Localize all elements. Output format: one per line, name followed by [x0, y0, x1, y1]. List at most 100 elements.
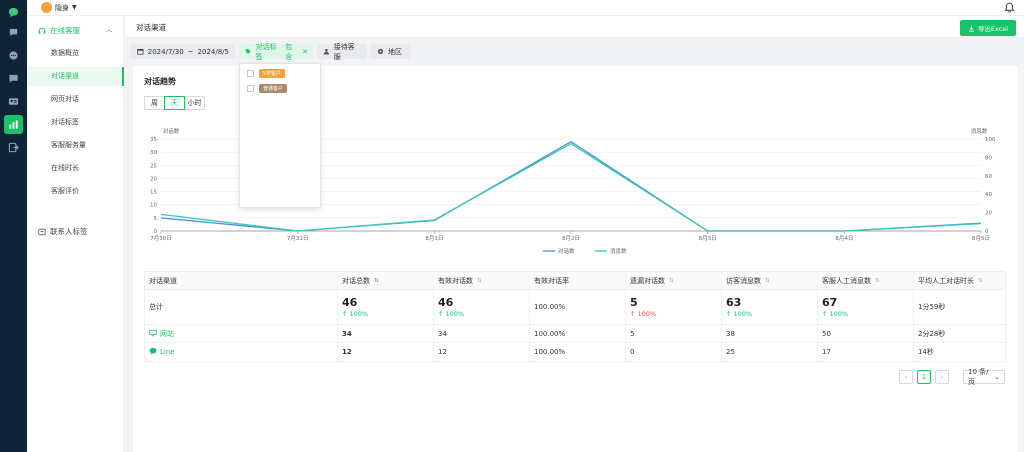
sort-icon[interactable]: ⇅ [374, 278, 379, 284]
export-icon[interactable] [7, 141, 20, 154]
chat-bubble-icon[interactable] [7, 6, 20, 19]
chevron-down-icon: ▼ [72, 4, 77, 11]
menu-item-web-chat[interactable]: 网页对话 [27, 90, 124, 109]
y-right-tick-label: 40 [985, 192, 992, 198]
channel-name: 网站 [160, 329, 174, 338]
sort-icon[interactable]: ⇅ [669, 278, 674, 284]
y-left-tick-label: 5 [154, 216, 158, 222]
sort-icon[interactable]: ⇅ [875, 278, 880, 284]
y-right-tick-label: 100 [985, 137, 996, 143]
total-value: 1分59秒 [918, 303, 946, 311]
trend-title: 对话趋势 [144, 77, 176, 86]
channel-cell[interactable]: 网站 [145, 325, 338, 342]
y-right-axis-label: 消息数 [971, 127, 988, 135]
tag-dropdown: VIP客户 普通客户 [239, 63, 321, 208]
page-title: 对话渠道 [136, 23, 166, 32]
monitor-icon [149, 329, 157, 339]
column-header[interactable]: 对话总数 ⇅ [338, 272, 434, 289]
menu-group-online-service[interactable]: 在线客服 ︿ [38, 25, 112, 36]
sidebar-menu: 在线客服 ︿ 数据概览 对话渠道 网页对话 对话标签 客服服务量 在线时长 客服… [27, 16, 124, 452]
menu-item-agent-rating[interactable]: 客服评价 [27, 182, 124, 201]
account-switcher[interactable]: 隐身 ▼ [41, 2, 77, 13]
menu-group-contact-tags[interactable]: 联系人标签 [38, 226, 88, 237]
region-filter[interactable]: 地区 [371, 44, 411, 59]
granularity-week[interactable]: 周 [144, 96, 165, 110]
total-cell: 5 ↑ 100% [626, 290, 722, 324]
tag-option-vip[interactable]: VIP客户 [247, 69, 285, 78]
total-cell: 100.00% [530, 290, 626, 324]
agent-filter[interactable]: 接待客服 [317, 42, 367, 61]
next-page-button[interactable]: › [935, 370, 949, 384]
menu-item-overview[interactable]: 数据概览 [27, 44, 124, 63]
user-icon [323, 48, 329, 55]
feedback-icon[interactable] [7, 72, 20, 85]
column-header-label: 平均人工对话时长 [918, 276, 974, 285]
column-header[interactable]: 遗漏对话数 ⇅ [626, 272, 722, 289]
menu-item-online-duration[interactable]: 在线时长 [27, 159, 124, 178]
agent-filter-label: 接待客服 [333, 42, 355, 61]
column-header: 对话渠道 [145, 272, 338, 289]
prev-page-button[interactable]: ‹ [899, 370, 913, 384]
line-app-icon [149, 347, 157, 357]
change-badge: ↑ 100% [342, 310, 369, 318]
date-separator: ~ [187, 47, 194, 56]
column-header[interactable]: 有效对话数 ⇅ [434, 272, 530, 289]
y-right-tick-label: 80 [985, 155, 992, 161]
brand-logo [41, 2, 52, 13]
y-left-tick-label: 25 [150, 163, 157, 169]
column-header[interactable]: 平均人工对话时长 ⇅ [914, 272, 1007, 289]
column-header[interactable]: 客服人工消息数 ⇅ [818, 272, 914, 289]
granularity-day[interactable]: 天 [164, 96, 185, 110]
tag-option-regular[interactable]: 普通客户 [247, 84, 288, 93]
column-header-label: 遗漏对话数 [630, 276, 665, 285]
column-header-label: 访客消息数 [726, 276, 761, 285]
column-header[interactable]: 访客消息数 ⇅ [722, 272, 818, 289]
bell-icon[interactable] [1004, 2, 1015, 13]
close-icon[interactable]: ✕ [302, 48, 308, 56]
date-end: 2024/8/5 [197, 47, 229, 56]
message-icon[interactable] [7, 26, 20, 39]
legend-label: 消息数 [610, 247, 627, 255]
comment-icon[interactable] [7, 49, 20, 62]
y-left-axis-label: 对话数 [163, 127, 180, 135]
sort-icon[interactable]: ⇅ [978, 278, 983, 284]
y-left-tick-label: 10 [150, 203, 157, 209]
page-1-button[interactable]: 1 [917, 370, 931, 384]
menu-item-chat-tags[interactable]: 对话标签 [27, 113, 124, 132]
menu-item-agent-volume[interactable]: 客服服务量 [27, 136, 124, 155]
bar-chart-icon[interactable] [4, 115, 23, 134]
checkbox[interactable] [247, 85, 254, 92]
granularity-toggle: 周 天 小时 [144, 96, 205, 110]
table-row: 网站 34 34 100.00% 5 38 50 2分28秒 [145, 325, 1005, 343]
checkbox[interactable] [247, 70, 254, 77]
table-cell: 34 [338, 325, 434, 342]
x-tick-label: 8月2日 [562, 235, 580, 242]
headset-icon [38, 27, 46, 34]
region-filter-label: 地区 [388, 47, 402, 56]
total-cell: 46 ↑ 100% [434, 290, 530, 324]
sort-icon[interactable]: ⇅ [765, 278, 770, 284]
tag-list-icon [38, 228, 46, 235]
y-left-tick-label: 20 [150, 176, 157, 182]
total-value: 67 [822, 296, 838, 309]
menu-group-label: 在线客服 [50, 26, 80, 35]
chevron-down-icon: ⌄ [994, 373, 1000, 381]
chat-tag-filter[interactable]: 对话标签 包含 ✕ [239, 43, 314, 61]
date-range-picker[interactable]: 2024/7/30 ~ 2024/8/5 [131, 44, 235, 59]
x-tick-label: 8月3日 [699, 235, 717, 242]
table-cell: 12 [434, 343, 530, 361]
x-tick-label: 8月4日 [835, 235, 853, 242]
export-excel-button[interactable]: 导出Excel [960, 20, 1016, 36]
channel-cell[interactable]: Line [145, 343, 338, 361]
channel-table: 对话渠道 对话总数 ⇅ 有效对话数 ⇅ 有效对话率 遗漏对话数 ⇅ 访客消息数 ⇅ 客服人工消息数 ⇅… [144, 271, 1006, 362]
download-icon [968, 25, 975, 32]
menu-item-channels[interactable]: 对话渠道 [27, 67, 124, 86]
tag-pill: VIP客户 [259, 69, 285, 78]
column-header-label: 对话总数 [342, 276, 370, 285]
table-cell: 38 [722, 325, 818, 342]
contact-card-icon[interactable] [7, 95, 20, 108]
granularity-hour[interactable]: 小时 [184, 96, 205, 110]
sort-icon[interactable]: ⇅ [477, 278, 482, 284]
page-size-select[interactable]: 10 条/页 ⌄ [963, 368, 1005, 386]
table-row-total: 总计 46 ↑ 100% 46 ↑ 100% 100.00% 5 ↑ 100% 63 ↑ 100%… [145, 290, 1005, 325]
